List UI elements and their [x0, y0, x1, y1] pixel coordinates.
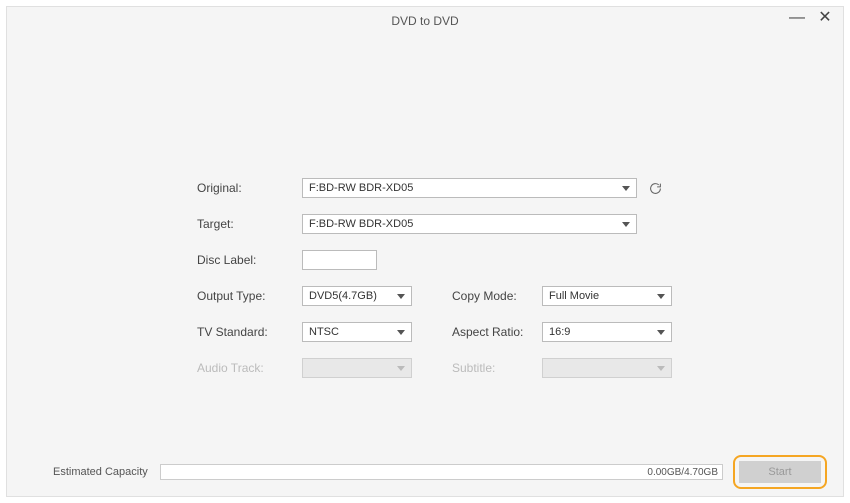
refresh-button[interactable]	[647, 180, 663, 196]
tv-standard-select[interactable]: NTSC	[302, 322, 412, 342]
aspect-ratio-label: Aspect Ratio:	[452, 325, 542, 339]
app-window: DVD to DVD — ✕ Original: F:BD-RW BDR-XD0…	[6, 6, 844, 497]
output-type-select[interactable]: DVD5(4.7GB)	[302, 286, 412, 306]
original-select[interactable]: F:BD-RW BDR-XD05	[302, 178, 637, 198]
refresh-icon	[649, 182, 662, 195]
original-label: Original:	[197, 181, 302, 195]
output-type-value: DVD5(4.7GB)	[309, 290, 377, 302]
start-button-label: Start	[768, 466, 791, 478]
output-type-label: Output Type:	[197, 289, 302, 303]
disc-label-input[interactable]	[302, 250, 377, 270]
tv-standard-value: NTSC	[309, 326, 339, 338]
copy-mode-select[interactable]: Full Movie	[542, 286, 672, 306]
subtitle-label: Subtitle:	[452, 361, 542, 375]
start-button[interactable]: Start	[739, 461, 821, 483]
capacity-progress: 0.00GB/4.70GB	[160, 464, 723, 480]
target-value: F:BD-RW BDR-XD05	[309, 218, 413, 230]
audio-track-select	[302, 358, 412, 378]
aspect-ratio-select[interactable]: 16:9	[542, 322, 672, 342]
copy-mode-value: Full Movie	[549, 290, 599, 302]
start-button-highlight: Start	[733, 455, 827, 489]
original-value: F:BD-RW BDR-XD05	[309, 182, 413, 194]
tv-standard-label: TV Standard:	[197, 325, 302, 339]
subtitle-select	[542, 358, 672, 378]
close-button[interactable]: ✕	[811, 7, 839, 31]
target-label: Target:	[197, 217, 302, 231]
audio-track-label: Audio Track:	[197, 361, 302, 375]
capacity-label: Estimated Capacity	[53, 466, 148, 478]
target-select[interactable]: F:BD-RW BDR-XD05	[302, 214, 637, 234]
settings-form: Original: F:BD-RW BDR-XD05 Target: F:BD-…	[197, 177, 697, 393]
minimize-button[interactable]: —	[783, 7, 811, 31]
capacity-text: 0.00GB/4.70GB	[647, 467, 718, 478]
titlebar: DVD to DVD — ✕	[7, 7, 843, 35]
footer: Estimated Capacity 0.00GB/4.70GB Start	[7, 448, 843, 496]
copy-mode-label: Copy Mode:	[452, 289, 542, 303]
window-title: DVD to DVD	[391, 14, 458, 28]
aspect-ratio-value: 16:9	[549, 326, 570, 338]
disc-label-label: Disc Label:	[197, 253, 302, 267]
